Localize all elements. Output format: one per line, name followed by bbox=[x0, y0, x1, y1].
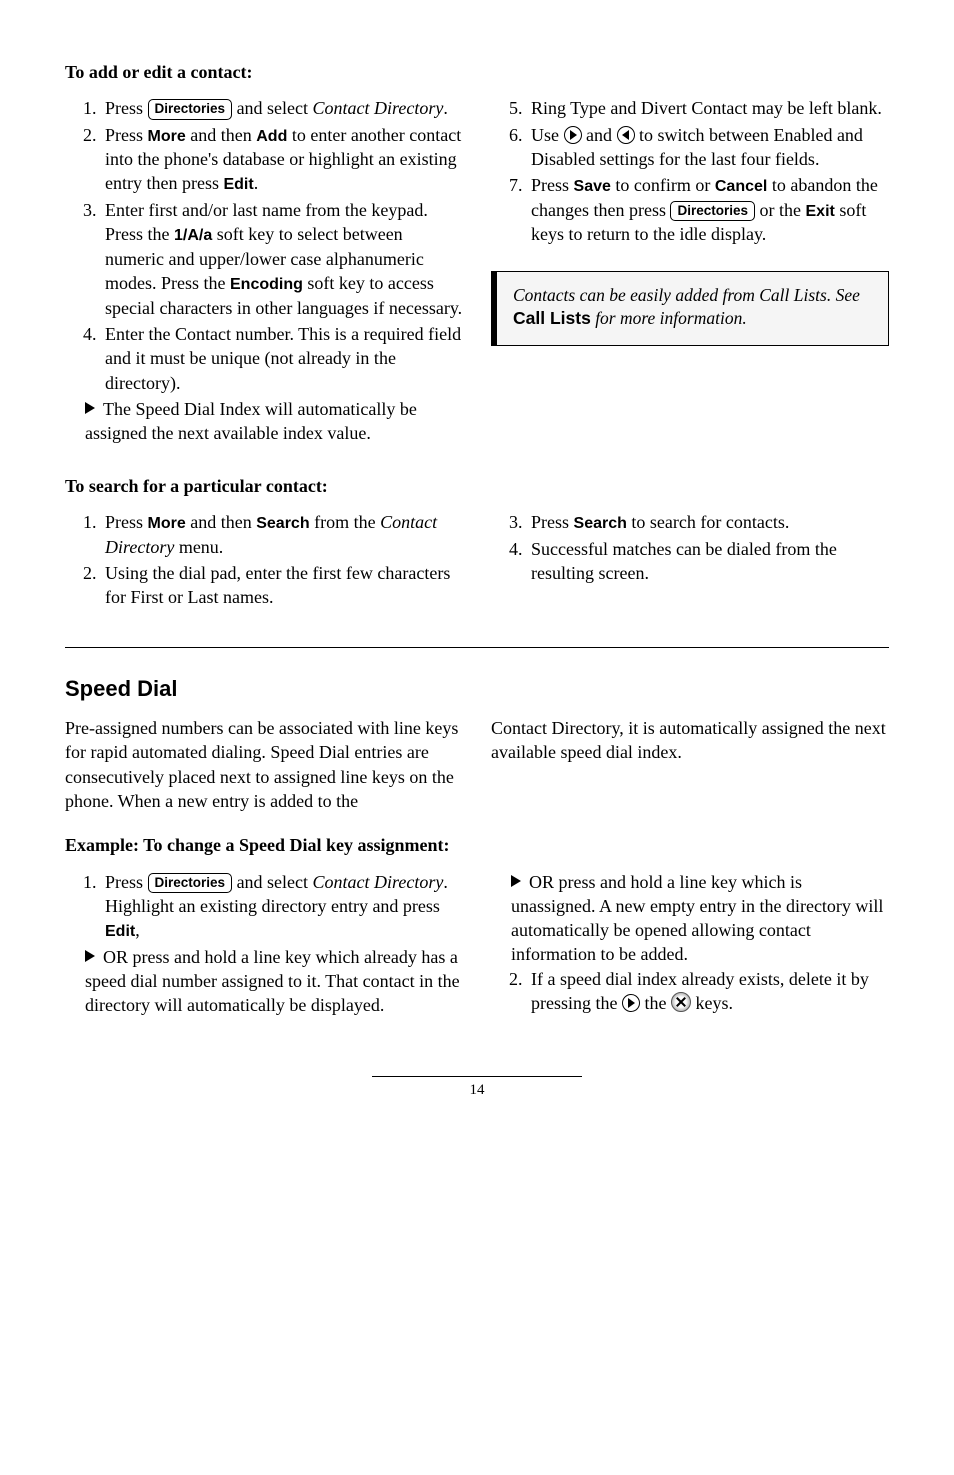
triangle-bullet-icon bbox=[85, 950, 95, 962]
text: Press bbox=[105, 512, 148, 532]
text: . bbox=[254, 173, 259, 193]
speed-dial-columns: Press Directories and select Contact Dir… bbox=[65, 870, 889, 1018]
text: and select bbox=[232, 98, 312, 118]
right-arrow-icon bbox=[564, 126, 582, 144]
add-step-4: Enter the Contact number. This is a requ… bbox=[101, 322, 463, 395]
search-step-3: Press Search to search for contacts. bbox=[527, 510, 889, 535]
delete-icon bbox=[671, 992, 691, 1012]
heading-speed-dial: Speed Dial bbox=[65, 674, 889, 704]
text: , bbox=[135, 920, 140, 940]
text: The Speed Dial Index will automatically … bbox=[85, 399, 417, 443]
more-softkey: More bbox=[148, 128, 186, 145]
page-number: 14 bbox=[372, 1076, 582, 1100]
sd-right-tri: OR press and hold a line key which is un… bbox=[505, 870, 889, 967]
directories-key: Directories bbox=[148, 873, 233, 893]
text: the bbox=[640, 993, 671, 1013]
exit-softkey: Exit bbox=[806, 203, 835, 220]
heading-add-edit: To add or edit a contact: bbox=[65, 60, 889, 84]
text: keys. bbox=[691, 993, 733, 1013]
triangle-bullet-icon bbox=[511, 875, 521, 887]
text: menu. bbox=[174, 537, 223, 557]
note-text-1: Contacts can be easily added from Call L… bbox=[513, 285, 860, 305]
more-softkey: More bbox=[148, 515, 186, 532]
sd-left-tri: OR press and hold a line key which alrea… bbox=[79, 945, 463, 1018]
sd-para-1: Pre-assigned numbers can be associated w… bbox=[65, 716, 463, 813]
text: from the bbox=[310, 512, 380, 532]
sd-step-1: Press Directories and select Contact Dir… bbox=[101, 870, 463, 943]
sd-step-2: If a speed dial index already exists, de… bbox=[527, 967, 889, 1016]
note-box: Contacts can be easily added from Call L… bbox=[491, 271, 889, 346]
add-step-7: Press Save to confirm or Cancel to aband… bbox=[527, 173, 889, 246]
search-left: Press More and then Search from the Cont… bbox=[65, 510, 463, 611]
directories-key: Directories bbox=[670, 201, 755, 221]
edit-softkey: Edit bbox=[223, 176, 253, 193]
text: to confirm or bbox=[611, 175, 715, 195]
oneAa-softkey: 1/A/a bbox=[174, 227, 212, 244]
text: Press bbox=[105, 125, 148, 145]
add-step-3: Enter first and/or last name from the ke… bbox=[101, 198, 463, 320]
encoding-softkey: Encoding bbox=[230, 276, 303, 293]
add-step-6: Use and to switch between Enabled and Di… bbox=[527, 123, 889, 172]
sd-intro-right: Contact Directory, it is automatically a… bbox=[491, 716, 889, 823]
text: . bbox=[443, 98, 448, 118]
text: and select bbox=[232, 872, 312, 892]
search-columns: Press More and then Search from the Cont… bbox=[65, 510, 889, 611]
text: and then bbox=[186, 512, 256, 532]
search-softkey: Search bbox=[574, 515, 627, 532]
add-softkey: Add bbox=[256, 128, 287, 145]
text: OR press and hold a line key which alrea… bbox=[85, 947, 460, 1016]
sd-left: Press Directories and select Contact Dir… bbox=[65, 870, 463, 1018]
text: Press bbox=[531, 512, 574, 532]
speed-dial-intro: Pre-assigned numbers can be associated w… bbox=[65, 716, 889, 823]
add-step-2: Press More and then Add to enter another… bbox=[101, 123, 463, 196]
text: Press bbox=[531, 175, 574, 195]
add-step-5: Ring Type and Divert Contact may be left… bbox=[527, 96, 889, 120]
text: Press bbox=[105, 872, 148, 892]
directories-key: Directories bbox=[148, 99, 233, 119]
text: to search for contacts. bbox=[627, 512, 789, 532]
text: and bbox=[582, 125, 617, 145]
search-step-4: Successful matches can be dialed from th… bbox=[527, 537, 889, 586]
edit-softkey: Edit bbox=[105, 923, 135, 940]
left-arrow-icon bbox=[617, 126, 635, 144]
menu-item: Contact Directory bbox=[313, 872, 444, 892]
search-step-2: Using the dial pad, enter the first few … bbox=[101, 561, 463, 610]
add-edit-right: Ring Type and Divert Contact may be left… bbox=[491, 96, 889, 445]
note-bold: Call Lists bbox=[513, 308, 591, 328]
section-divider bbox=[65, 647, 889, 648]
sd-intro-left: Pre-assigned numbers can be associated w… bbox=[65, 716, 463, 823]
search-step-1: Press More and then Search from the Cont… bbox=[101, 510, 463, 559]
text: OR press and hold a line key which is un… bbox=[511, 872, 883, 965]
heading-search: To search for a particular contact: bbox=[65, 474, 889, 498]
text: Press bbox=[105, 98, 148, 118]
text: and then bbox=[186, 125, 256, 145]
text: Use bbox=[531, 125, 564, 145]
add-edit-columns: Press Directories and select Contact Dir… bbox=[65, 96, 889, 445]
add-step-tri: The Speed Dial Index will automatically … bbox=[79, 397, 463, 446]
heading-sd-example: Example: To change a Speed Dial key assi… bbox=[65, 833, 889, 857]
sd-right: OR press and hold a line key which is un… bbox=[491, 870, 889, 1018]
triangle-bullet-icon bbox=[85, 402, 95, 414]
note-text-2: for more information. bbox=[591, 308, 747, 328]
search-softkey: Search bbox=[256, 515, 309, 532]
cancel-softkey: Cancel bbox=[715, 178, 767, 195]
text: or the bbox=[755, 200, 805, 220]
add-edit-left: Press Directories and select Contact Dir… bbox=[65, 96, 463, 445]
add-step-1: Press Directories and select Contact Dir… bbox=[101, 96, 463, 120]
sd-para-2: Contact Directory, it is automatically a… bbox=[491, 716, 889, 765]
menu-item: Contact Directory bbox=[313, 98, 444, 118]
search-right: Press Search to search for contacts. Suc… bbox=[491, 510, 889, 611]
right-arrow-icon bbox=[622, 994, 640, 1012]
save-softkey: Save bbox=[574, 178, 611, 195]
